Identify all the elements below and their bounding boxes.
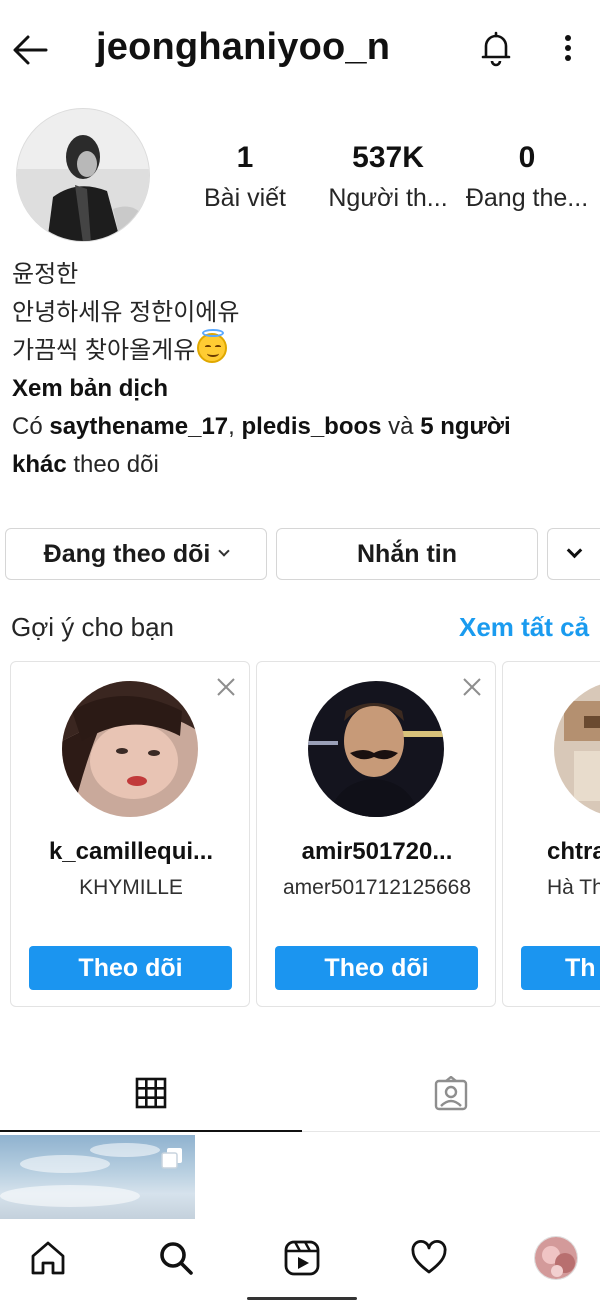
following-count-label: Đang the... (465, 184, 589, 212)
following-count-value: 0 (518, 141, 536, 174)
suggestion-username[interactable]: chtra (547, 838, 600, 866)
follow-button[interactable]: Theo dõi (275, 946, 478, 990)
follow-button[interactable]: Theo dõi (29, 946, 232, 990)
arrow-left-icon[interactable] (8, 28, 52, 72)
bio-line-2-text: 가끔씩 찾아올게유 (12, 337, 196, 364)
suggestion-subtitle: KHYMILLE (79, 876, 183, 899)
suggestion-subtitle: Hà Th (547, 876, 600, 899)
suggestion-username[interactable]: amir501720... (257, 838, 495, 866)
followers-count[interactable]: 537K Người th... (320, 138, 456, 218)
bio-name: 윤정한 (12, 261, 79, 288)
followed-and: và (381, 413, 421, 440)
home-indicator[interactable] (247, 1297, 357, 1300)
profile-nav-avatar[interactable] (530, 1232, 582, 1284)
followers-count-label: Người th... (328, 184, 448, 212)
followed-separator: , (228, 413, 242, 440)
bell-icon[interactable] (474, 26, 518, 70)
bottom-nav (0, 1220, 600, 1301)
close-icon[interactable] (461, 676, 483, 698)
profile-bio: 윤정한 안녕하세유 정한이에유 가끔씩 찾아올게유 Xem bản dịch C… (12, 256, 592, 484)
suggestion-avatar[interactable] (554, 681, 600, 817)
suggestion-avatar[interactable] (62, 681, 198, 817)
more-vertical-icon[interactable] (552, 28, 584, 68)
chevron-down-icon (566, 542, 582, 558)
bio-line-2: 가끔씩 찾아올게유 (12, 329, 592, 370)
grid-icon (134, 1076, 168, 1115)
cloud-shape (0, 1185, 140, 1207)
tab-tagged[interactable] (302, 1060, 600, 1132)
suggestion-card[interactable]: chtra Hà Th Th (502, 661, 600, 1007)
multiple-photos-icon (161, 1147, 183, 1169)
top-bar: jeonghaniyoo_n (0, 0, 600, 96)
cloud-shape (90, 1143, 160, 1157)
posts-count[interactable]: 1 Bài viết (196, 138, 294, 218)
post-thumbnail[interactable] (0, 1135, 195, 1219)
follow-button[interactable]: Th (521, 946, 600, 990)
following-count[interactable]: 0 Đang the... (462, 138, 592, 218)
posts-count-label: Bài viết (204, 184, 286, 212)
profile-tabs (0, 1060, 600, 1132)
cloud-shape (20, 1155, 110, 1173)
message-button-label: Nhắn tin (357, 539, 457, 568)
followed-others-b: khác (12, 451, 67, 478)
followed-suffix: theo dõi (66, 451, 159, 478)
followers-count-value: 537K (352, 141, 424, 174)
followed-prefix: Có (12, 413, 50, 440)
bio-line-1: 안녕하세유 정한이에유 (12, 299, 240, 326)
tagged-icon (433, 1074, 469, 1117)
reels-icon[interactable] (276, 1232, 328, 1284)
suggested-toggle-button[interactable] (547, 528, 600, 580)
following-button-label: Đang theo dõi (43, 539, 211, 568)
search-icon[interactable] (150, 1232, 202, 1284)
suggestions-title: Gợi ý cho bạn (11, 612, 175, 642)
suggestion-username[interactable]: k_camillequi... (11, 838, 249, 866)
profile-avatar[interactable] (16, 108, 150, 242)
tab-posts-grid[interactable] (0, 1060, 302, 1132)
followed-user-1: saythename_17 (49, 413, 229, 440)
chevron-down-icon (218, 545, 230, 557)
see-translation-link[interactable]: Xem bản dịch (12, 370, 592, 408)
followed-user-2: pledis_boos (241, 413, 382, 440)
suggestion-avatar[interactable] (308, 681, 444, 817)
followed-others-a: 5 người (420, 413, 511, 440)
message-button[interactable]: Nhắn tin (276, 528, 538, 580)
suggestion-subtitle: amer501712125668 (283, 876, 471, 899)
smiling-halo-emoji-icon (197, 329, 228, 363)
suggestion-card[interactable]: amir501720... amer501712125668 Theo dõi (256, 661, 496, 1007)
avatar (534, 1236, 578, 1280)
profile-username: jeonghaniyoo_n (96, 26, 391, 68)
posts-count-value: 1 (236, 141, 254, 174)
suggestion-card[interactable]: k_camillequi... KHYMILLE Theo dõi (10, 661, 250, 1007)
home-icon[interactable] (22, 1232, 74, 1284)
following-button[interactable]: Đang theo dõi (5, 528, 267, 580)
close-icon[interactable] (215, 676, 237, 698)
followed-by-text[interactable]: Có saythename_17, pledis_boos và 5 người (12, 408, 592, 446)
see-all-link[interactable]: Xem tất cả (459, 612, 589, 643)
followed-by-text-2[interactable]: khác theo dõi (12, 446, 592, 484)
heart-icon[interactable] (403, 1232, 455, 1284)
